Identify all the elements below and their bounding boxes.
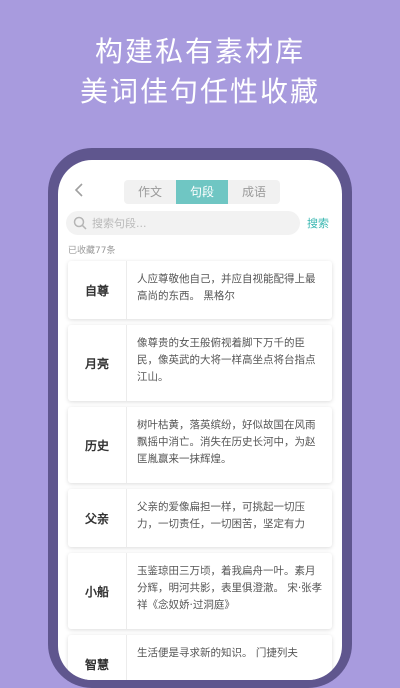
search-input[interactable] [92,211,292,235]
list-item[interactable]: 月亮 像尊贵的女王般俯视着脚下万千的臣民，像英武的大将一样高坐点将台指点江山。 [68,325,332,401]
search-button[interactable]: 搜索 [307,215,329,231]
list-item[interactable]: 自尊 人应尊敬他自己，并应自视能配得上最高尚的东西。 黑格尔 [68,261,332,319]
saved-count: 已收藏77条 [68,246,116,256]
tab-idioms[interactable]: 成语 [228,180,280,204]
phone-screen: 作文 句段 成语 搜索 已收藏77条 自尊 人应尊敬他自己，并应自视能配得上最高… [58,160,342,680]
item-word: 自尊 [68,261,127,319]
chevron-left-icon [74,183,83,197]
headline-line-2: 美词佳句任性收藏 [79,75,320,108]
headline-line-1: 构建私有素材库 [94,35,305,68]
search-icon [73,216,87,230]
item-text: 玉鉴琼田三万顷，着我扁舟一叶。素月分辉，明河共影，表里俱澄澈。 宋·张孝祥《念奴… [137,565,323,611]
search-bar [66,211,300,235]
item-word: 历史 [68,407,127,483]
tab-sentences[interactable]: 句段 [176,180,228,204]
item-text: 父亲的爱像扁担一样，可挑起一切压力，一切责任，一切困苦，坚定有力 [137,501,305,530]
item-word: 月亮 [68,325,127,401]
item-text: 生活便是寻求新的知识。 门捷列夫 [137,647,298,659]
item-word: 智慧 [68,635,127,680]
list-item[interactable]: 小船 玉鉴琼田三万顷，着我扁舟一叶。素月分辉，明河共影，表里俱澄澈。 宋·张孝祥… [68,553,332,629]
list-item[interactable]: 智慧 生活便是寻求新的知识。 门捷列夫 [68,635,332,680]
promo-headline: 构建私有素材库 美词佳句任性收藏 [0,32,400,112]
item-word: 父亲 [68,489,127,547]
item-text: 人应尊敬他自己，并应自视能配得上最高尚的东西。 黑格尔 [137,273,316,302]
saved-list: 自尊 人应尊敬他自己，并应自视能配得上最高尚的东西。 黑格尔 月亮 像尊贵的女王… [68,261,332,680]
segment-tabs: 作文 句段 成语 [124,180,280,204]
back-button[interactable] [68,178,92,202]
list-item[interactable]: 历史 树叶枯黄，落英缤纷，好似故国在风雨飘摇中消亡。消失在历史长河中，为赵匡胤赢… [68,407,332,483]
item-word: 小船 [68,553,127,629]
item-text: 树叶枯黄，落英缤纷，好似故国在风雨飘摇中消亡。消失在历史长河中，为赵匡胤赢来一抹… [137,419,316,465]
list-item[interactable]: 父亲 父亲的爱像扁担一样，可挑起一切压力，一切责任，一切困苦，坚定有力 [68,489,332,547]
tab-essay[interactable]: 作文 [124,180,176,204]
item-text: 像尊贵的女王般俯视着脚下万千的臣民，像英武的大将一样高坐点将台指点江山。 [137,337,316,383]
